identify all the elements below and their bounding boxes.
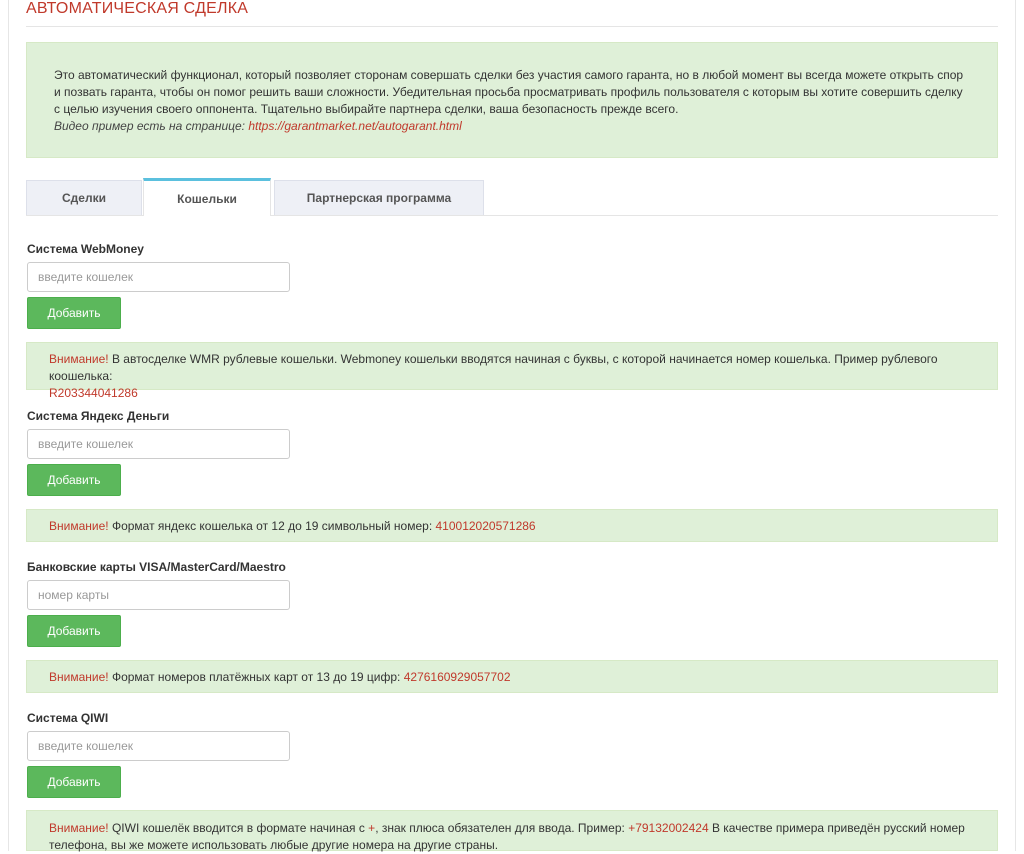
webmoney-notice-text: В автосделке WMR рублевые кошельки. Webm… (49, 352, 938, 383)
qiwi-add-button[interactable]: Добавить (27, 766, 121, 798)
webmoney-notice-warning: Внимание! (49, 352, 109, 366)
intro-info-box: Это автоматический функционал, который п… (26, 42, 998, 158)
qiwi-label: Система QIWI (27, 711, 109, 725)
webmoney-add-button[interactable]: Добавить (27, 297, 121, 329)
video-example-line: Видео пример есть на странице: https://g… (54, 118, 970, 135)
webmoney-notice: Внимание! В автосделке WMR рублевые коше… (26, 342, 998, 400)
bank-card-notice: Внимание! Формат номеров платёжных карт … (26, 660, 998, 693)
yandex-notice-warning: Внимание! (49, 519, 109, 533)
tab-wallets[interactable]: Кошельки (143, 178, 271, 216)
qiwi-notice-text-start: QIWI кошелёк вводится в формате начиная … (108, 821, 369, 835)
yandex-notice: Внимание! Формат яндекс кошелька от 12 д… (26, 509, 998, 542)
yandex-add-button[interactable]: Добавить (27, 464, 121, 496)
webmoney-wallet-input[interactable] (27, 262, 290, 292)
bank-card-notice-text: Формат номеров платёжных карт от 13 до 1… (108, 670, 404, 684)
tab-partner-program[interactable]: Партнерская программа (274, 180, 484, 215)
yandex-notice-text: Формат яндекс кошелька от 12 до 19 симво… (108, 519, 436, 533)
video-example-label: Видео пример есть на странице: (54, 119, 245, 133)
intro-text: Это автоматический функционал, который п… (54, 68, 964, 116)
webmoney-notice-example: R203344041286 (49, 386, 138, 400)
qiwi-notice: Внимание! QIWI кошелёк вводится в формат… (26, 810, 998, 852)
card-number-input[interactable] (27, 580, 290, 610)
yandex-notice-example: 410012020571286 (435, 519, 536, 533)
qiwi-wallet-input[interactable] (27, 731, 290, 761)
qiwi-notice-example: +79132002424 (628, 821, 709, 835)
title-divider (26, 26, 998, 27)
tab-deals[interactable]: Сделки (26, 180, 142, 215)
tabs-bar: Сделки Кошельки Партнерская программа (26, 178, 998, 216)
bank-card-notice-warning: Внимание! (49, 670, 109, 684)
qiwi-notice-warning: Внимание! (49, 821, 109, 835)
webmoney-label: Система WebMoney (27, 242, 144, 256)
yandex-label: Система Яндекс Деньги (27, 409, 170, 423)
qiwi-notice-text-middle: , знак плюса обязателен для ввода. Приме… (375, 821, 629, 835)
bank-card-add-button[interactable]: Добавить (27, 615, 121, 647)
yandex-wallet-input[interactable] (27, 429, 290, 459)
bank-cards-label: Банковские карты VISA/MasterCard/Maestro (27, 560, 286, 574)
video-example-link[interactable]: https://garantmarket.net/autogarant.html (248, 119, 461, 133)
bank-card-notice-example: 4276160929057702 (403, 670, 511, 684)
page-title: АВТОМАТИЧЕСКАЯ СДЕЛКА (26, 0, 249, 17)
